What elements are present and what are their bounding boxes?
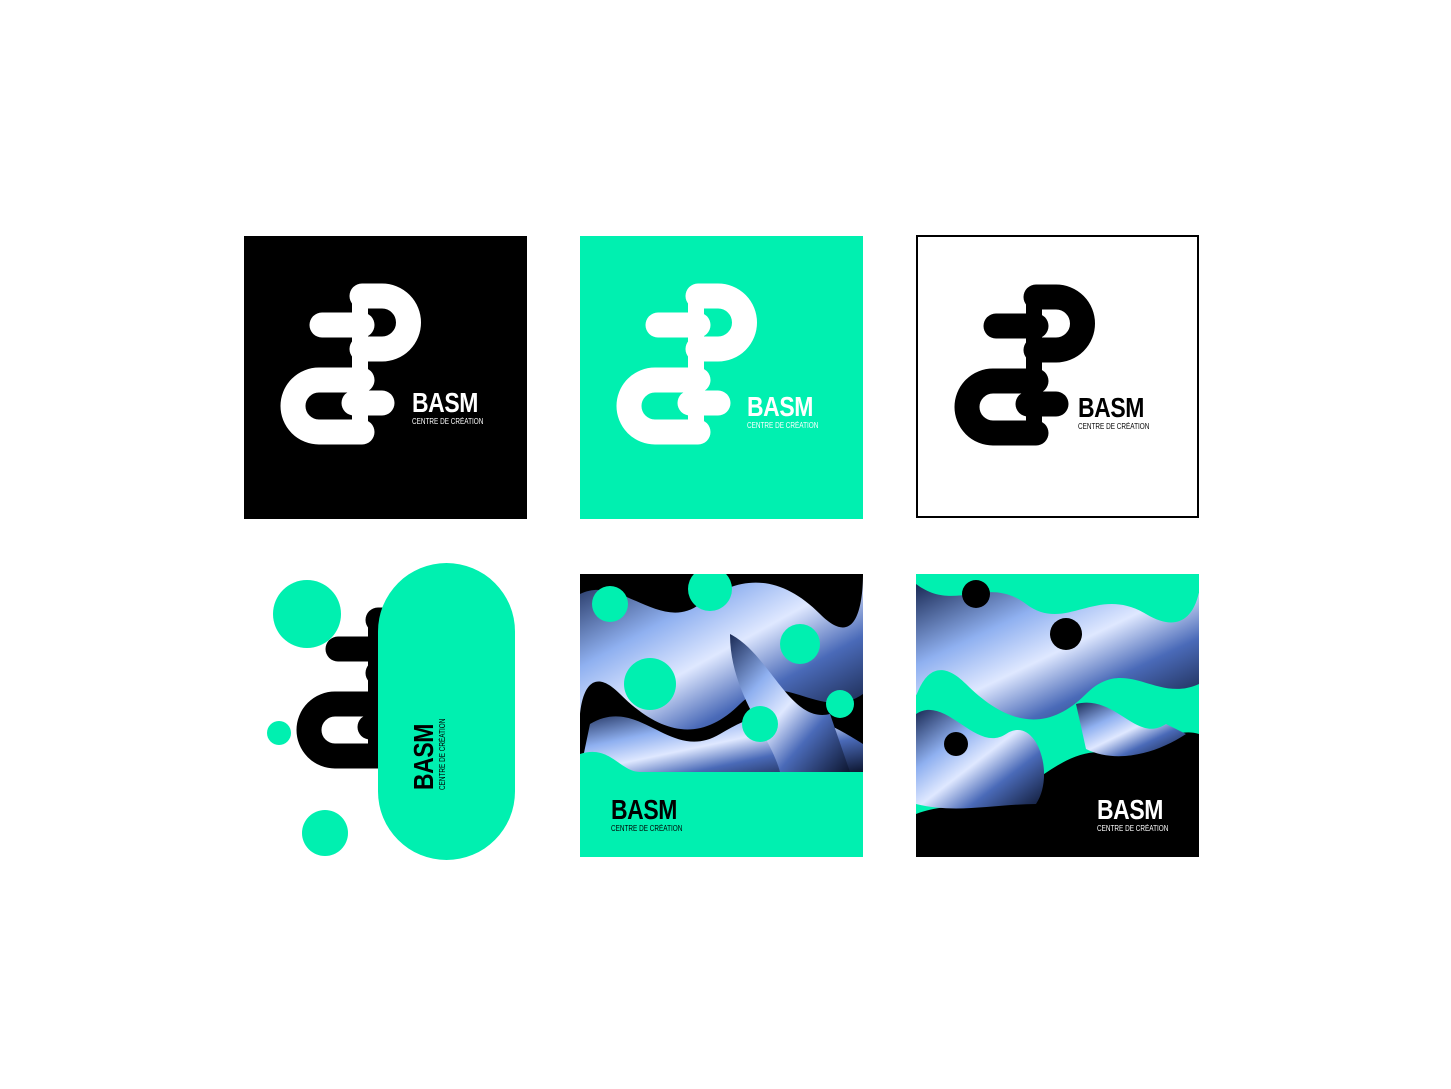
basm-mark-icon xyxy=(244,236,527,519)
logo-variant-mint: BASM CENTRE DE CRÉATION xyxy=(580,236,863,519)
brand-name: BASM xyxy=(611,794,677,825)
logo-variant-white: BASM CENTRE DE CRÉATION xyxy=(916,235,1199,518)
mint-dot xyxy=(267,721,291,745)
logo-variant-capsule: BASM CENTRE DE CRÉATION xyxy=(260,560,530,865)
brand-tagline: CENTRE DE CRÉATION xyxy=(1078,422,1150,431)
brand-tagline: CENTRE DE CRÉATION xyxy=(611,824,683,833)
wordmark: BASM CENTRE DE CRÉATION xyxy=(412,389,501,426)
brand-name: BASM xyxy=(408,724,439,790)
mint-dot xyxy=(302,810,348,856)
brand-tagline: CENTRE DE CRÉATION xyxy=(1097,824,1169,833)
brand-name: BASM xyxy=(747,391,813,422)
brand-name: BASM xyxy=(1097,794,1163,825)
mint-dot xyxy=(273,580,341,648)
brand-tagline: CENTRE DE CRÉATION xyxy=(438,718,447,790)
basm-mark-icon xyxy=(918,237,1199,518)
wordmark-vertical: BASM CENTRE DE CRÉATION xyxy=(408,701,447,790)
wordmark: BASM CENTRE DE CRÉATION xyxy=(747,393,836,430)
brand-tagline: CENTRE DE CRÉATION xyxy=(747,421,819,430)
brand-name: BASM xyxy=(412,387,478,418)
wordmark: BASM CENTRE DE CRÉATION xyxy=(1097,796,1186,833)
logo-variant-black: BASM CENTRE DE CRÉATION xyxy=(244,236,527,519)
wordmark: BASM CENTRE DE CRÉATION xyxy=(611,796,700,833)
wordmark: BASM CENTRE DE CRÉATION xyxy=(1078,394,1167,431)
pattern-variant-black: BASM CENTRE DE CRÉATION xyxy=(916,574,1199,857)
basm-mark-icon xyxy=(580,236,863,519)
pattern-variant-mint: BASM CENTRE DE CRÉATION xyxy=(580,574,863,857)
brand-tagline: CENTRE DE CRÉATION xyxy=(412,417,484,426)
chrome-pattern xyxy=(580,574,863,772)
brand-name: BASM xyxy=(1078,392,1144,423)
